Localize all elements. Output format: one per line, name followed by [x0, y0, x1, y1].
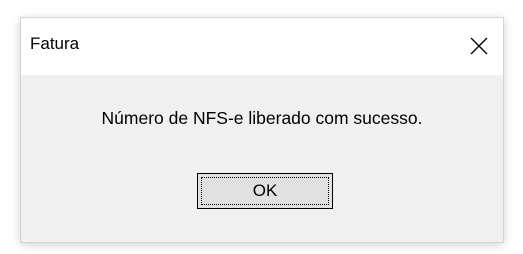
close-button[interactable]	[455, 18, 503, 74]
ok-button[interactable]: OK	[197, 173, 333, 209]
close-icon	[470, 37, 488, 55]
dialog-message: Número de NFS-e liberado com sucesso.	[101, 108, 423, 128]
ok-button-label: OK	[252, 181, 278, 200]
window-title: Fatura	[30, 34, 80, 53]
message-dialog: Fatura Número de NFS-e liberado com suce…	[21, 18, 503, 242]
title-bar: Fatura	[21, 18, 503, 75]
